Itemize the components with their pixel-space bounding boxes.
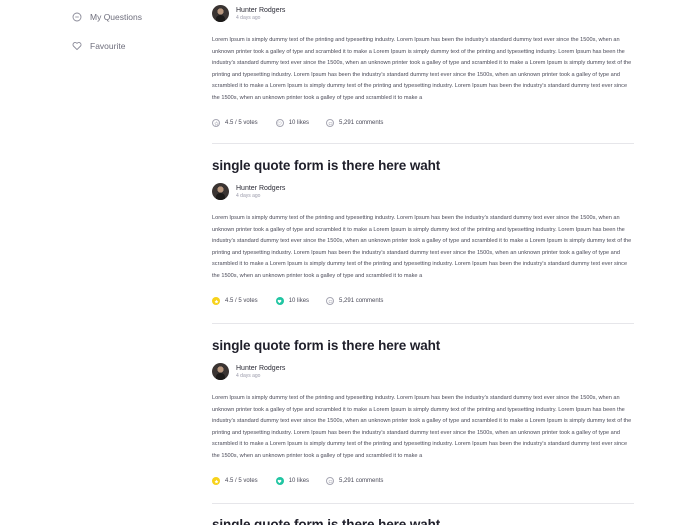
sidebar: My Questions Favourite: [0, 0, 190, 525]
heart-outline-icon: [72, 41, 82, 51]
post-time: 4 days ago: [236, 372, 261, 379]
votes-stat[interactable]: 4.5 / 5 votes: [212, 119, 258, 127]
comments-label: 5,291 comments: [339, 478, 384, 484]
votes-label: 4.5 / 5 votes: [225, 120, 258, 126]
question-body: Lorem Ipsum is simply dummy text of the …: [212, 395, 632, 459]
author-name[interactable]: Hunter Rodgers: [236, 364, 285, 373]
comment-icon: [326, 477, 335, 485]
sidebar-item-my-questions[interactable]: My Questions: [72, 12, 142, 22]
question-card: single quote form is there here waht: [212, 517, 634, 525]
question-title[interactable]: single quote form is there here waht: [212, 158, 634, 173]
post-time: 4 days ago: [236, 192, 261, 199]
votes-label: 4.5 / 5 votes: [225, 478, 258, 484]
votes-label: 4.5 / 5 votes: [225, 298, 258, 304]
question-body: Lorem Ipsum is simply dummy text of the …: [212, 37, 632, 101]
likes-label: 10 likes: [288, 478, 310, 484]
star-icon: [212, 297, 220, 305]
comments-label: 5,291 comments: [339, 120, 384, 126]
likes-stat[interactable]: 10 likes: [275, 477, 310, 485]
likes-label: 10 likes: [288, 298, 310, 304]
author-block[interactable]: Hunter Rodgers 4 days ago: [212, 363, 634, 380]
comments-label: 5,291 comments: [339, 298, 384, 304]
question-card: Hunter Rodgers 4 days ago Lorem Ipsum is…: [212, 5, 634, 127]
star-icon: [212, 119, 220, 127]
author-name[interactable]: Hunter Rodgers: [236, 184, 285, 193]
author-block[interactable]: Hunter Rodgers 4 days ago: [212, 5, 634, 22]
votes-stat[interactable]: 4.5 / 5 votes: [212, 477, 258, 485]
comment-icon: [326, 297, 335, 305]
star-icon: [212, 477, 220, 485]
avatar[interactable]: [212, 363, 229, 380]
author-block[interactable]: Hunter Rodgers 4 days ago: [212, 183, 634, 200]
comment-icon: [326, 119, 335, 127]
comments-stat[interactable]: 5,291 comments: [326, 119, 383, 127]
heart-icon: [275, 119, 284, 127]
divider: [212, 323, 634, 324]
avatar[interactable]: [212, 5, 229, 22]
comments-stat[interactable]: 5,291 comments: [326, 297, 383, 305]
question-title[interactable]: single quote form is there here waht: [212, 517, 634, 525]
likes-stat[interactable]: 10 likes: [275, 297, 310, 305]
sidebar-item-favourite[interactable]: Favourite: [72, 41, 125, 51]
question-title[interactable]: single quote form is there here waht: [212, 338, 634, 353]
divider: [212, 143, 634, 144]
votes-stat[interactable]: 4.5 / 5 votes: [212, 297, 258, 305]
likes-stat[interactable]: 10 likes: [275, 119, 310, 127]
question-card: single quote form is there here waht Hun…: [212, 158, 634, 305]
sidebar-item-label: Favourite: [90, 41, 126, 51]
post-time: 4 days ago: [236, 14, 261, 21]
stats-row: 4.5 / 5 votes 10 likes 5,291 comments: [212, 477, 634, 485]
comments-stat[interactable]: 5,291 comments: [326, 477, 383, 485]
likes-label: 10 likes: [288, 120, 310, 126]
question-body: Lorem Ipsum is simply dummy text of the …: [212, 215, 632, 279]
sidebar-item-label: My Questions: [90, 12, 142, 22]
author-name[interactable]: Hunter Rodgers: [236, 6, 285, 15]
heart-icon: [275, 477, 284, 485]
chat-bubble-icon: [72, 12, 82, 22]
stats-row: 4.5 / 5 votes 10 likes 5,291 comments: [212, 297, 634, 305]
avatar[interactable]: [212, 183, 229, 200]
stats-row: 4.5 / 5 votes 10 likes 5,291 comments: [212, 119, 634, 127]
heart-icon: [275, 297, 284, 305]
divider: [212, 503, 634, 504]
question-card: single quote form is there here waht Hun…: [212, 338, 634, 485]
